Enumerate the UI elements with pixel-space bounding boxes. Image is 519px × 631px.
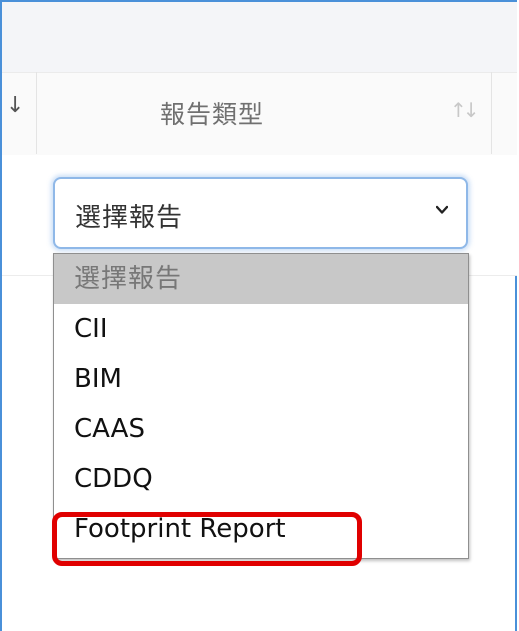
option-bim[interactable]: BIM	[54, 354, 468, 404]
select-value: 選擇報告	[75, 203, 184, 233]
report-type-select[interactable]: 選擇報告	[53, 177, 468, 249]
column-title-report-type[interactable]: 報告類型	[160, 95, 264, 131]
option-caas[interactable]: CAAS	[54, 404, 468, 454]
column-divider	[36, 72, 37, 154]
top-band	[2, 2, 517, 72]
chevron-down-icon	[436, 205, 448, 214]
column-divider	[491, 72, 492, 154]
sort-down-icon[interactable]: ↓	[6, 93, 24, 118]
option-footprint-report[interactable]: Footprint Report	[54, 504, 468, 554]
option-select-report[interactable]: 選擇報告	[54, 254, 468, 304]
sort-both-icon[interactable]: ↑↓	[450, 98, 479, 122]
option-cddq[interactable]: CDDQ	[54, 454, 468, 504]
report-type-dropdown-list: 選擇報告 CII BIM CAAS CDDQ Footprint Report	[53, 253, 469, 559]
option-cii[interactable]: CII	[54, 304, 468, 354]
